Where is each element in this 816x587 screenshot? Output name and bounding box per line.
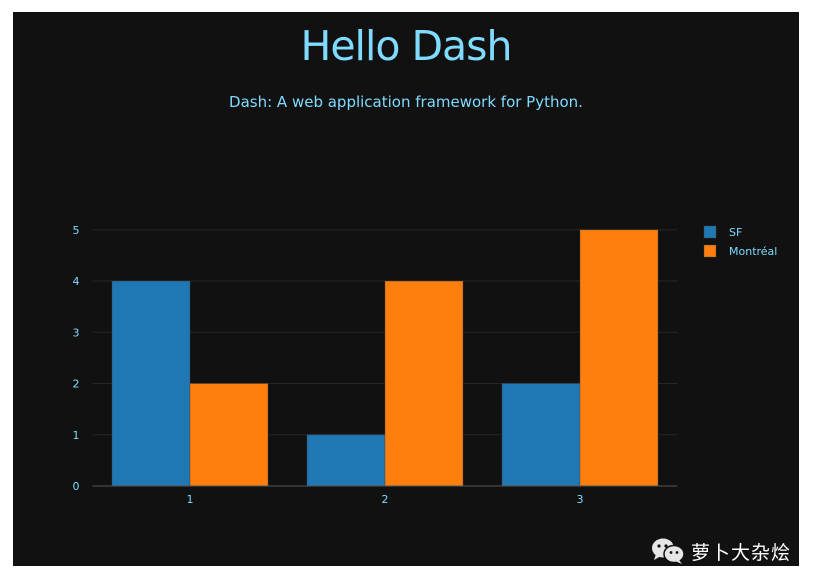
legend-item-montral[interactable]: Montréal: [703, 244, 777, 258]
legend-label: Montréal: [729, 245, 777, 258]
legend-label: SF: [729, 226, 742, 239]
bar-sf-3[interactable]: [501, 383, 581, 487]
bar-sf-1[interactable]: [111, 280, 191, 487]
x-tick-label: 3: [577, 493, 584, 506]
bar-montral-1[interactable]: [189, 383, 269, 487]
wechat-icon: [652, 538, 685, 564]
legend[interactable]: SF Montréal: [703, 225, 777, 258]
y-tick-label: 4: [73, 275, 80, 288]
bar-montral-3[interactable]: [579, 229, 659, 487]
y-tick-label: 2: [73, 378, 80, 391]
x-tick-label: 1: [187, 493, 194, 506]
legend-item-sf[interactable]: SF: [703, 225, 742, 239]
watermark: 萝卜大杂烩: [651, 536, 791, 566]
legend-swatch: [703, 244, 717, 258]
y-tick-label: 5: [73, 224, 80, 237]
legend-swatch: [703, 225, 717, 239]
y-tick-label: 3: [73, 326, 80, 339]
watermark-text: 萝卜大杂烩: [691, 541, 792, 564]
bars: [111, 229, 659, 487]
bar-chart[interactable]: 0 1 2 3 4 5 1 2 3 SF Montréal: [13, 12, 799, 566]
bar-montral-2[interactable]: [384, 280, 464, 487]
y-tick-label: 0: [73, 480, 80, 493]
x-tick-label: 2: [382, 493, 389, 506]
bar-sf-2[interactable]: [306, 434, 386, 487]
dash-app: Hello Dash Dash: A web application frame…: [13, 12, 799, 566]
y-tick-label: 1: [73, 429, 80, 442]
